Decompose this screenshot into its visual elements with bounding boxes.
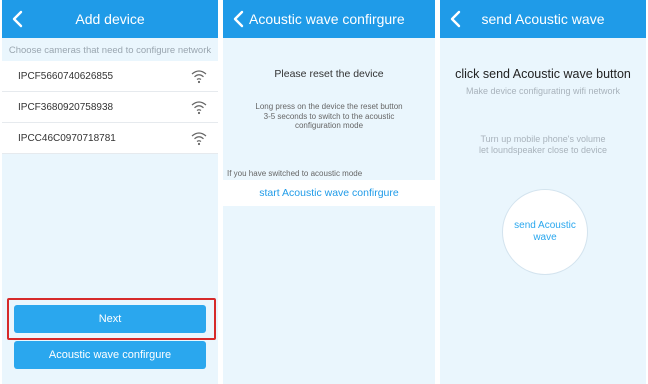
wifi-icon bbox=[191, 70, 207, 84]
volume-hint-line: Turn up mobile phone's volume bbox=[480, 134, 606, 144]
header: Acoustic wave confirgure bbox=[223, 0, 435, 38]
click-send-title: click send Acoustic wave button bbox=[455, 67, 631, 81]
switched-mode-note: If you have switched to acoustic mode bbox=[227, 169, 363, 178]
header: send Acoustic wave bbox=[440, 0, 646, 38]
add-device-panel: Add device Choose cameras that need to c… bbox=[2, 0, 218, 384]
back-arrow-icon[interactable] bbox=[229, 8, 251, 30]
send-acoustic-wave-button[interactable]: send Acoustic wave bbox=[502, 189, 588, 275]
page-title: Acoustic wave confirgure bbox=[249, 11, 405, 27]
camera-id: IPCF3680920758938 bbox=[18, 102, 114, 113]
camera-item[interactable]: IPCF5660740626855 bbox=[2, 61, 218, 92]
send-acoustic-panel: send Acoustic wave click send Acoustic w… bbox=[440, 0, 646, 384]
start-acoustic-configure-button[interactable]: start Acoustic wave confirgure bbox=[223, 180, 435, 206]
header: Add device bbox=[2, 0, 218, 38]
camera-id: IPCC46C0970718781 bbox=[18, 133, 116, 144]
wifi-icon bbox=[191, 101, 207, 115]
reset-description: Long press on the device the reset butto… bbox=[255, 102, 403, 130]
next-button[interactable]: Next bbox=[14, 305, 206, 333]
click-send-subtitle: Make device configurating wifi network bbox=[465, 86, 621, 96]
page-title: send Acoustic wave bbox=[481, 11, 605, 27]
reset-title: Please reset the device bbox=[274, 68, 384, 80]
choose-cameras-hint: Choose cameras that need to configure ne… bbox=[8, 45, 212, 56]
camera-item[interactable]: IPCC46C0970718781 bbox=[2, 123, 218, 154]
acoustic-config-panel: Acoustic wave confirgure Please reset th… bbox=[223, 0, 435, 384]
camera-id: IPCF5660740626855 bbox=[18, 71, 114, 82]
wifi-icon bbox=[191, 132, 207, 146]
page-title: Add device bbox=[75, 11, 145, 27]
volume-hint-line: let loundspeaker close to device bbox=[478, 145, 608, 155]
acoustic-wave-configure-button[interactable]: Acoustic wave confirgure bbox=[14, 341, 206, 369]
camera-item[interactable]: IPCF3680920758938 bbox=[2, 92, 218, 123]
camera-list: IPCF5660740626855 IPCF3680920758938 IPCC… bbox=[2, 61, 218, 154]
volume-hint: Turn up mobile phone's volume let lounds… bbox=[450, 134, 636, 156]
